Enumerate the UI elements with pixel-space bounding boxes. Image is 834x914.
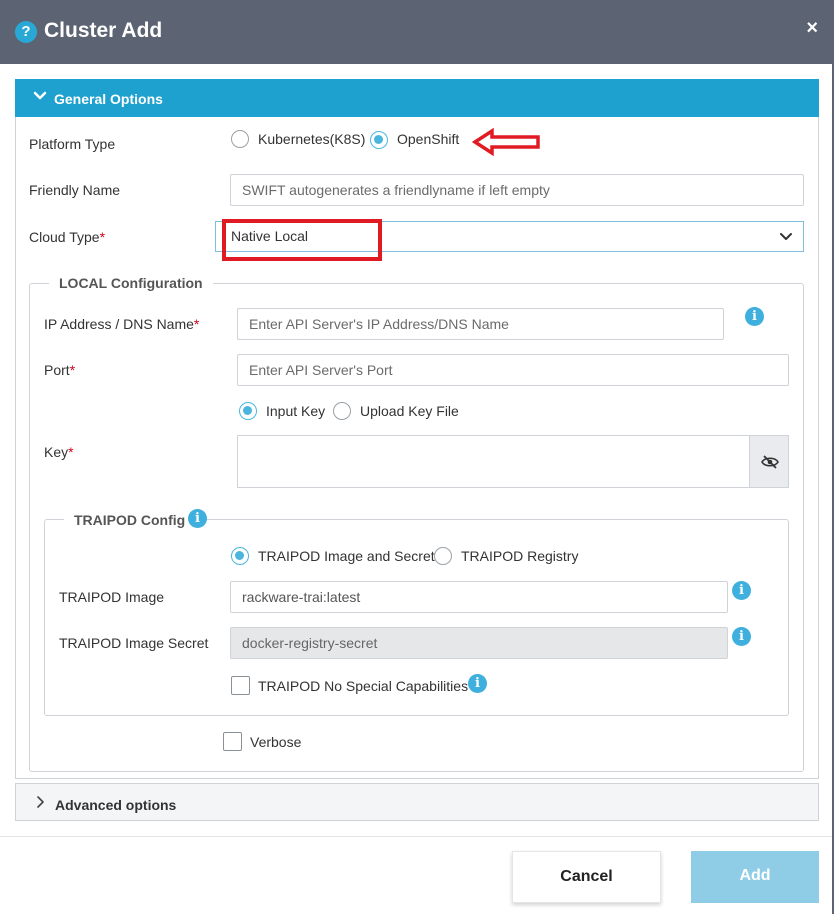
required-mark: * (193, 316, 200, 332)
info-icon[interactable]: i (188, 509, 207, 528)
toggle-visibility-button[interactable] (749, 435, 789, 488)
friendly-name-input[interactable]: SWIFT autogenerates a friendlyname if le… (230, 174, 804, 206)
cloud-type-value: Native Local (231, 228, 309, 244)
upload-key-radio[interactable] (333, 402, 351, 420)
required-mark: * (68, 444, 74, 460)
info-icon[interactable]: i (745, 307, 764, 326)
platform-kubernetes-label: Kubernetes(K8S) (258, 131, 366, 147)
advanced-options-label: Advanced options (55, 797, 177, 813)
cloud-type-label-text: Cloud Type (29, 229, 100, 245)
no-special-capabilities-label: TRAIPOD No Special Capabilities (258, 678, 469, 694)
footer-divider (0, 836, 832, 837)
port-input[interactable]: Enter API Server's Port (237, 354, 789, 386)
traipod-image-label: TRAIPOD Image (59, 589, 165, 605)
traipod-image-secret-label: TRAIPOD Image and Secret (258, 548, 435, 564)
traipod-registry-radio[interactable] (434, 547, 452, 565)
traipod-legend: TRAIPOD Config (64, 512, 196, 528)
upload-key-label: Upload Key File (360, 403, 459, 419)
chevron-down-icon (780, 233, 792, 240)
cloud-type-label: Cloud Type* (29, 229, 105, 245)
traipod-image-secret-input: docker-registry-secret (230, 627, 728, 659)
key-textarea[interactable] (237, 435, 789, 488)
info-icon[interactable]: i (732, 627, 751, 646)
platform-openshift-radio[interactable] (370, 131, 388, 149)
advanced-options-header[interactable]: Advanced options (15, 783, 819, 821)
ip-input[interactable]: Enter API Server's IP Address/DNS Name (237, 308, 724, 340)
key-label: Key* (44, 444, 74, 460)
info-icon[interactable]: i (732, 581, 751, 600)
chevron-down-icon (33, 91, 47, 100)
dialog-title: Cluster Add (44, 19, 163, 42)
add-button[interactable]: Add (691, 851, 819, 903)
platform-kubernetes-radio[interactable] (231, 130, 249, 148)
cloud-type-select[interactable]: Native Local (215, 221, 804, 252)
eye-slash-icon (761, 455, 779, 469)
traipod-image-secret-field-label: TRAIPOD Image Secret (59, 635, 209, 651)
port-label: Port* (44, 362, 75, 378)
platform-type-label: Platform Type (29, 136, 116, 152)
traipod-registry-label: TRAIPOD Registry (461, 548, 579, 564)
info-icon[interactable]: i (468, 674, 487, 693)
no-special-capabilities-checkbox[interactable] (231, 676, 250, 695)
input-key-radio[interactable] (239, 402, 257, 420)
help-icon[interactable]: ? (15, 21, 37, 43)
verbose-label: Verbose (250, 734, 302, 750)
dialog-header: ? Cluster Add × (0, 0, 834, 64)
required-mark: * (99, 229, 106, 245)
cancel-button[interactable]: Cancel (512, 851, 661, 903)
friendly-name-label: Friendly Name (29, 182, 121, 198)
traipod-image-input[interactable]: rackware-trai:latest (230, 581, 728, 613)
input-key-label: Input Key (266, 403, 326, 419)
ip-label: IP Address / DNS Name* (44, 316, 199, 332)
required-mark: * (69, 362, 76, 378)
chevron-right-icon (37, 796, 44, 808)
close-icon[interactable]: × (806, 17, 818, 40)
verbose-checkbox[interactable] (223, 732, 242, 751)
general-options-header[interactable]: General Options (15, 79, 819, 117)
key-label-text: Key (44, 444, 69, 460)
general-options-label: General Options (54, 91, 163, 107)
ip-label-text: IP Address / DNS Name (44, 316, 194, 332)
port-label-text: Port (44, 362, 70, 378)
traipod-image-secret-radio[interactable] (231, 547, 249, 565)
platform-openshift-label: OpenShift (397, 131, 460, 147)
local-config-legend: LOCAL Configuration (49, 275, 213, 291)
